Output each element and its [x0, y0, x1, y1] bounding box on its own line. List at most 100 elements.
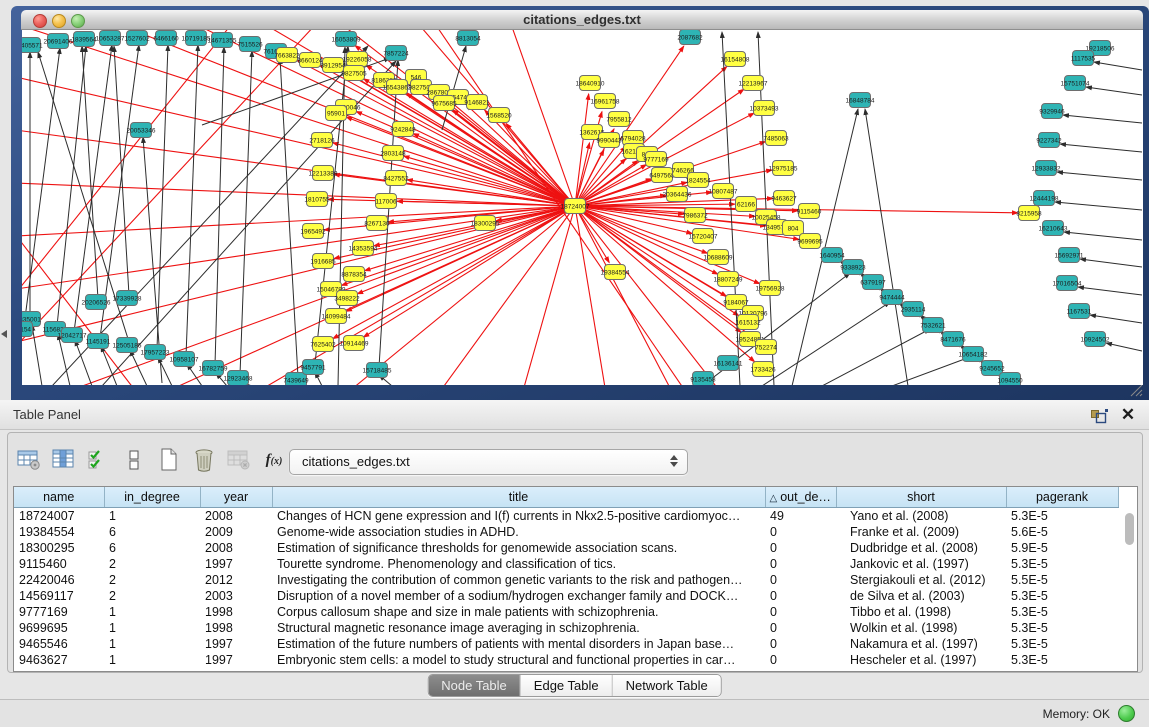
float-window-icon[interactable] — [1089, 405, 1111, 425]
network-node[interactable]: 6379197 — [860, 275, 886, 290]
network-node[interactable]: 8215958 — [1016, 206, 1042, 221]
network-node[interactable]: 9457791 — [300, 360, 326, 375]
network-node[interactable]: 10688609 — [704, 250, 733, 265]
network-node[interactable]: 20691406 — [44, 34, 73, 49]
network-node[interactable]: 1839564 — [71, 32, 97, 47]
network-node[interactable]: 12505185 — [113, 338, 142, 353]
network-node[interactable]: 7485063 — [763, 131, 789, 146]
tab-edge-table[interactable]: Edge Table — [521, 675, 613, 696]
network-node[interactable]: 2803148 — [380, 146, 406, 161]
citation-network-graph[interactable]: 5405571206914061839564106532871527602646… — [22, 30, 1143, 385]
table-row[interactable]: 977716911998Corpus callosum shape and si… — [14, 604, 1118, 620]
network-node[interactable]: 10924502 — [1081, 332, 1110, 347]
network-node[interactable]: 39154 — [22, 322, 33, 337]
column-header-short[interactable]: short — [836, 487, 1006, 508]
network-node[interactable]: 804 — [783, 221, 804, 236]
network-node[interactable]: 1965492 — [300, 224, 326, 239]
network-node[interactable]: 9146821 — [464, 95, 490, 110]
network-node[interactable]: 12213967 — [739, 76, 768, 91]
network-node[interactable]: 16782759 — [199, 361, 228, 376]
network-node[interactable]: 9474444 — [879, 290, 905, 305]
network-node[interactable]: 6466160 — [153, 31, 179, 46]
network-node[interactable]: 15718485 — [363, 363, 392, 378]
network-node[interactable]: 9329946 — [1039, 104, 1065, 119]
memory-status-icon[interactable] — [1118, 705, 1135, 722]
vertical-scrollbar[interactable] — [1125, 513, 1134, 545]
table-row[interactable]: 2242004622012Investigating the contribut… — [14, 572, 1118, 588]
network-node[interactable]: 14099484 — [322, 309, 351, 324]
network-hub-node[interactable]: 18724007 — [561, 199, 590, 214]
network-node[interactable]: 20364436 — [663, 187, 692, 202]
show-columns-icon[interactable] — [49, 444, 79, 476]
network-node[interactable]: 1615132 — [735, 315, 761, 330]
window-resize-handle[interactable] — [1128, 383, 1146, 397]
network-node[interactable]: 18640910 — [576, 76, 605, 91]
delete-table-icon[interactable] — [224, 444, 254, 476]
delete-column-icon[interactable] — [189, 444, 219, 476]
network-node[interactable]: 62166 — [736, 197, 757, 212]
new-column-icon[interactable] — [154, 444, 184, 476]
table-row[interactable]: 1938455462009Genome-wide association stu… — [14, 524, 1118, 540]
network-node[interactable]: 15720407 — [689, 229, 718, 244]
network-node[interactable]: 10807487 — [709, 184, 738, 199]
column-header-out-de-[interactable]: △out_de… — [765, 487, 836, 508]
network-node[interactable]: 12444198 — [1030, 191, 1059, 206]
network-node[interactable]: 10914469 — [340, 336, 369, 351]
network-node[interactable]: 9699695 — [797, 234, 823, 249]
network-node[interactable]: 19384554 — [601, 265, 630, 280]
network-node[interactable]: 1094550 — [997, 373, 1023, 386]
network-node[interactable]: 10373493 — [750, 101, 779, 116]
network-node[interactable]: 16154808 — [721, 52, 750, 67]
network-node[interactable]: 1733426 — [750, 362, 776, 377]
column-header-pagerank[interactable]: pagerank — [1006, 487, 1118, 508]
tab-node-table[interactable]: Node Table — [428, 675, 521, 696]
network-node[interactable]: 10653287 — [96, 31, 125, 46]
network-node[interactable]: 9135458 — [690, 372, 716, 386]
clear-selection-icon[interactable] — [119, 444, 149, 476]
splitter-collapse-icon[interactable] — [1, 330, 7, 338]
network-node[interactable]: 17016504 — [1053, 276, 1082, 291]
network-node[interactable]: 9242848 — [390, 122, 416, 137]
network-node[interactable]: 1117535 — [1071, 51, 1096, 66]
network-node[interactable]: 7955812 — [606, 112, 632, 127]
network-node[interactable]: 9227342 — [1036, 133, 1062, 148]
column-header-name[interactable]: name — [14, 487, 104, 508]
network-node[interactable]: 9115460 — [797, 204, 822, 219]
network-node[interactable]: 18300295 — [471, 216, 500, 231]
network-node[interactable]: 95901 — [326, 106, 347, 121]
network-node[interactable]: 8813054 — [455, 31, 481, 46]
table-row[interactable]: 1872400712008Changes of HCN gene express… — [14, 508, 1118, 525]
column-header-in-degree[interactable]: in_degree — [104, 487, 200, 508]
network-window-titlebar[interactable]: citations_edges.txt — [21, 10, 1143, 30]
network-node[interactable]: 8878354 — [341, 267, 367, 282]
table-row[interactable]: 1830029562008Estimation of significance … — [14, 540, 1118, 556]
network-node[interactable]: 19756928 — [756, 281, 785, 296]
network-node[interactable]: 8427552 — [383, 171, 409, 186]
network-node[interactable]: 1810755 — [304, 192, 330, 207]
network-node[interactable]: 15751074 — [1061, 76, 1090, 91]
network-node[interactable]: 9990443 — [596, 133, 622, 148]
network-node[interactable]: 16053809 — [332, 32, 361, 47]
table-row[interactable]: 911546021997Tourette syndrome. Phenomeno… — [14, 556, 1118, 572]
select-all-icon[interactable] — [84, 444, 114, 476]
network-node[interactable]: 14671355 — [208, 33, 237, 48]
network-node[interactable]: 18807249 — [714, 272, 743, 287]
network-node[interactable]: 16210643 — [1039, 221, 1068, 236]
network-view-canvas[interactable]: 5405571206914061839564106532871527602646… — [22, 30, 1143, 385]
network-node[interactable]: 7857224 — [383, 46, 409, 61]
network-node[interactable]: 14353594 — [349, 241, 378, 256]
network-node[interactable]: 16136141 — [714, 356, 743, 371]
network-node[interactable]: 752274 — [755, 340, 777, 355]
network-node[interactable]: 12923468 — [224, 371, 253, 386]
network-node[interactable]: 1167531 — [1067, 304, 1092, 319]
network-node[interactable]: 2087682 — [677, 30, 703, 45]
network-node[interactable]: 7532621 — [920, 318, 946, 333]
network-node[interactable]: 10719185 — [182, 31, 211, 46]
network-node[interactable]: 9777169 — [643, 152, 669, 167]
network-node[interactable]: 10958107 — [170, 352, 199, 367]
tab-network-table[interactable]: Network Table — [613, 675, 721, 696]
network-node[interactable]: 7986372 — [682, 208, 708, 223]
network-node[interactable]: 9827505 — [341, 66, 367, 81]
close-icon[interactable]: ✕ — [1117, 405, 1139, 425]
network-node[interactable]: 7625402 — [310, 337, 336, 352]
